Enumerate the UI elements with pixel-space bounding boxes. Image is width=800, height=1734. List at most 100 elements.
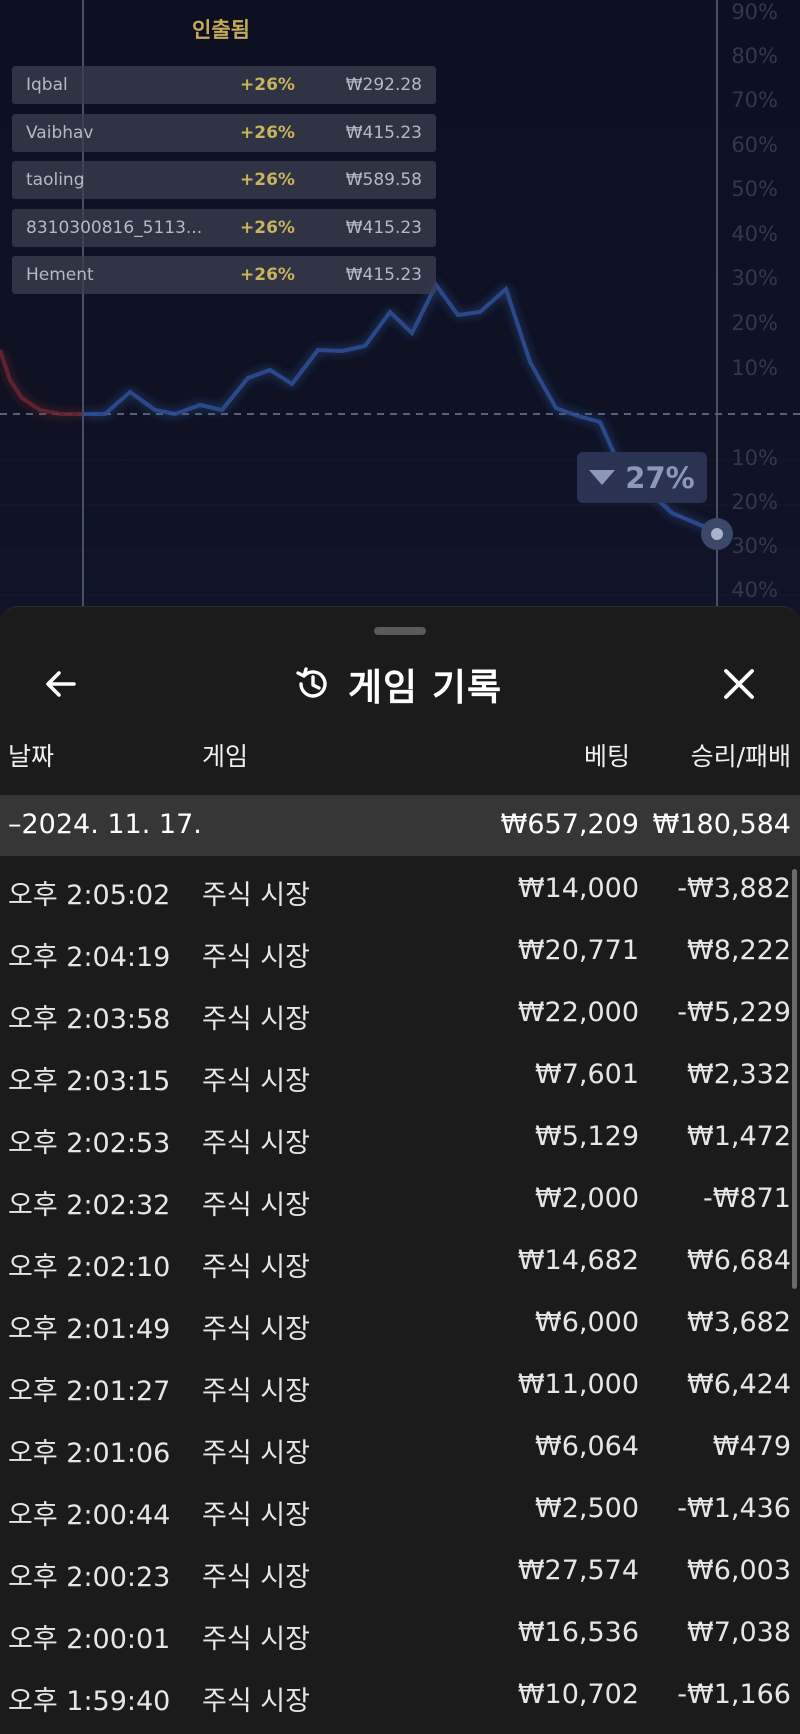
row-bet: ₩22,000 xyxy=(517,997,639,1028)
down-triangle-icon xyxy=(589,470,616,485)
sheet-drag-handle[interactable] xyxy=(374,627,426,635)
cashout-percent: +26% xyxy=(240,217,295,238)
column-header-date[interactable]: 날짜 xyxy=(8,737,54,773)
row-win-loss: -₩1,166 xyxy=(677,1679,791,1710)
row-time: 오후 2:02:32 xyxy=(8,1190,171,1221)
row-bet: ₩16,536 xyxy=(517,1617,639,1648)
row-bet: ₩6,000 xyxy=(535,1307,639,1338)
axis-label-50: 50% xyxy=(731,177,778,201)
row-win-loss: ₩2,332 xyxy=(687,1059,791,1090)
table-row[interactable]: 오후 2:00:44 주식 시장 ₩2,500 -₩1,436 xyxy=(0,1476,800,1538)
column-header-game[interactable]: 게임 xyxy=(202,737,248,773)
scrollbar[interactable] xyxy=(792,869,797,1289)
row-bet: ₩14,000 xyxy=(517,873,639,904)
axis-label-minus-40: 40% xyxy=(731,578,778,602)
sheet-header: 게임 기록 xyxy=(0,647,800,717)
row-bet: ₩14,682 xyxy=(517,1245,639,1276)
row-win-loss: ₩1,472 xyxy=(687,1121,791,1152)
cashout-amount: ₩415.23 xyxy=(345,217,422,238)
row-bet: ₩10,702 xyxy=(517,1679,639,1710)
history-list: 오후 2:05:02 주식 시장 ₩14,000 -₩3,882 오후 2:04… xyxy=(0,856,800,1724)
axis-label-70: 70% xyxy=(731,88,778,112)
arrow-left-icon xyxy=(46,671,76,697)
table-row[interactable]: 오후 2:00:01 주식 시장 ₩16,536 ₩7,038 xyxy=(0,1600,800,1662)
cashout-amount: ₩415.23 xyxy=(345,122,422,143)
row-game: 주식 시장 xyxy=(202,1314,310,1345)
table-row[interactable]: 오후 2:00:23 주식 시장 ₩27,574 ₩6,003 xyxy=(0,1538,800,1600)
date-group-bet-total: ₩657,209 xyxy=(500,809,639,840)
table-row[interactable]: 오후 2:02:53 주식 시장 ₩5,129 ₩1,472 xyxy=(0,1104,800,1166)
table-row[interactable]: 오후 2:05:02 주식 시장 ₩14,000 -₩3,882 xyxy=(0,856,800,918)
cashout-percent: +26% xyxy=(240,265,295,285)
axis-label-minus-10: 10% xyxy=(731,446,778,470)
row-win-loss: ₩6,684 xyxy=(687,1245,791,1276)
cashout-player-name: 8310300816_5113... xyxy=(26,217,203,238)
row-bet: ₩27,574 xyxy=(517,1555,639,1586)
row-bet: ₩6,064 xyxy=(535,1431,639,1462)
cashout-row: 8310300816_5113... +26% ₩415.23 xyxy=(12,208,436,247)
axis-label-10: 10% xyxy=(731,356,778,380)
row-game: 주식 시장 xyxy=(202,1686,310,1717)
row-time: 오후 2:01:06 xyxy=(8,1438,171,1469)
cashout-amount: ₩415.23 xyxy=(345,265,422,285)
row-bet: ₩5,129 xyxy=(535,1121,639,1152)
cashout-amount: ₩589.58 xyxy=(345,170,422,190)
table-row[interactable]: 오후 2:01:27 주식 시장 ₩11,000 ₩6,424 xyxy=(0,1352,800,1414)
current-price-dot xyxy=(701,518,733,550)
date-group-label: –2024. 11. 17. xyxy=(8,809,202,840)
game-chart-area: 90% 80% 70% 60% 50% 40% 30% 20% 10% 10% … xyxy=(0,0,800,620)
past-price-line xyxy=(0,349,83,416)
sheet-title: 게임 기록 xyxy=(348,666,503,709)
cashout-list: Iqbal +26% ₩292.28 Vaibhav +26% ₩415.23 … xyxy=(12,66,436,304)
axis-label-90: 90% xyxy=(731,0,778,24)
row-win-loss: -₩3,882 xyxy=(677,873,791,904)
cashout-percent: +26% xyxy=(240,122,295,143)
table-header: 날짜 게임 베팅 승리/패배 xyxy=(0,737,800,773)
cashout-row: Iqbal +26% ₩292.28 xyxy=(12,66,436,104)
row-time: 오후 2:00:01 xyxy=(8,1624,171,1655)
axis-label-20: 20% xyxy=(731,311,778,335)
row-win-loss: -₩5,229 xyxy=(677,997,791,1028)
table-row[interactable]: 오후 2:03:58 주식 시장 ₩22,000 -₩5,229 xyxy=(0,980,800,1042)
row-game: 주식 시장 xyxy=(202,1066,310,1097)
row-game: 주식 시장 xyxy=(202,1624,310,1655)
row-bet: ₩2,000 xyxy=(535,1183,639,1214)
row-time: 오후 2:02:53 xyxy=(8,1128,171,1159)
cashout-title: 인출됨 xyxy=(192,18,250,42)
row-bet: ₩11,000 xyxy=(517,1369,639,1400)
table-row[interactable]: 오후 2:04:19 주식 시장 ₩20,771 ₩8,222 xyxy=(0,918,800,980)
table-row[interactable]: 오후 2:02:10 주식 시장 ₩14,682 ₩6,684 xyxy=(0,1228,800,1290)
table-row[interactable]: 오후 2:03:15 주식 시장 ₩7,601 ₩2,332 xyxy=(0,1042,800,1104)
row-bet: ₩2,500 xyxy=(535,1493,639,1524)
cashout-row: Hement +26% ₩415.23 xyxy=(12,256,436,294)
back-button[interactable] xyxy=(36,659,86,709)
axis-label-60: 60% xyxy=(731,133,778,157)
cashout-percent: +26% xyxy=(240,170,295,190)
row-win-loss: ₩8,222 xyxy=(687,935,791,966)
row-time: 오후 2:05:02 xyxy=(8,880,171,911)
column-header-win-loss[interactable]: 승리/패배 xyxy=(691,737,791,773)
axis-label-minus-30: 30% xyxy=(731,534,778,558)
axis-label-80: 80% xyxy=(731,44,778,68)
table-row[interactable]: 오후 2:02:32 주식 시장 ₩2,000 -₩871 xyxy=(0,1166,800,1228)
cashout-row: taoling +26% ₩589.58 xyxy=(12,161,436,199)
table-row[interactable]: 오후 1:59:40 주식 시장 ₩10,702 -₩1,166 xyxy=(0,1662,800,1724)
current-change-badge: 27% xyxy=(577,452,707,503)
close-button[interactable] xyxy=(714,659,764,709)
history-icon xyxy=(296,667,327,698)
date-group-row[interactable]: –2024. 11. 17. ₩657,209 ₩180,584 xyxy=(0,795,800,856)
row-win-loss: ₩6,424 xyxy=(687,1369,791,1400)
row-time: 오후 2:02:10 xyxy=(8,1252,171,1283)
row-time: 오후 2:01:49 xyxy=(8,1314,171,1345)
column-header-bet[interactable]: 베팅 xyxy=(584,737,630,773)
sheet-title-group: 게임 기록 xyxy=(292,657,502,711)
table-row[interactable]: 오후 2:01:06 주식 시장 ₩6,064 ₩479 xyxy=(0,1414,800,1476)
date-group-win-total: ₩180,584 xyxy=(652,809,791,840)
table-row[interactable]: 오후 2:01:49 주식 시장 ₩6,000 ₩3,682 xyxy=(0,1290,800,1352)
axis-label-40: 40% xyxy=(731,222,778,246)
axis-label-minus-20: 20% xyxy=(731,490,778,514)
row-game: 주식 시장 xyxy=(202,1562,310,1593)
cashout-player-name: Iqbal xyxy=(26,75,68,95)
row-time: 오후 2:03:15 xyxy=(8,1066,171,1097)
row-time: 오후 2:00:44 xyxy=(8,1500,171,1531)
